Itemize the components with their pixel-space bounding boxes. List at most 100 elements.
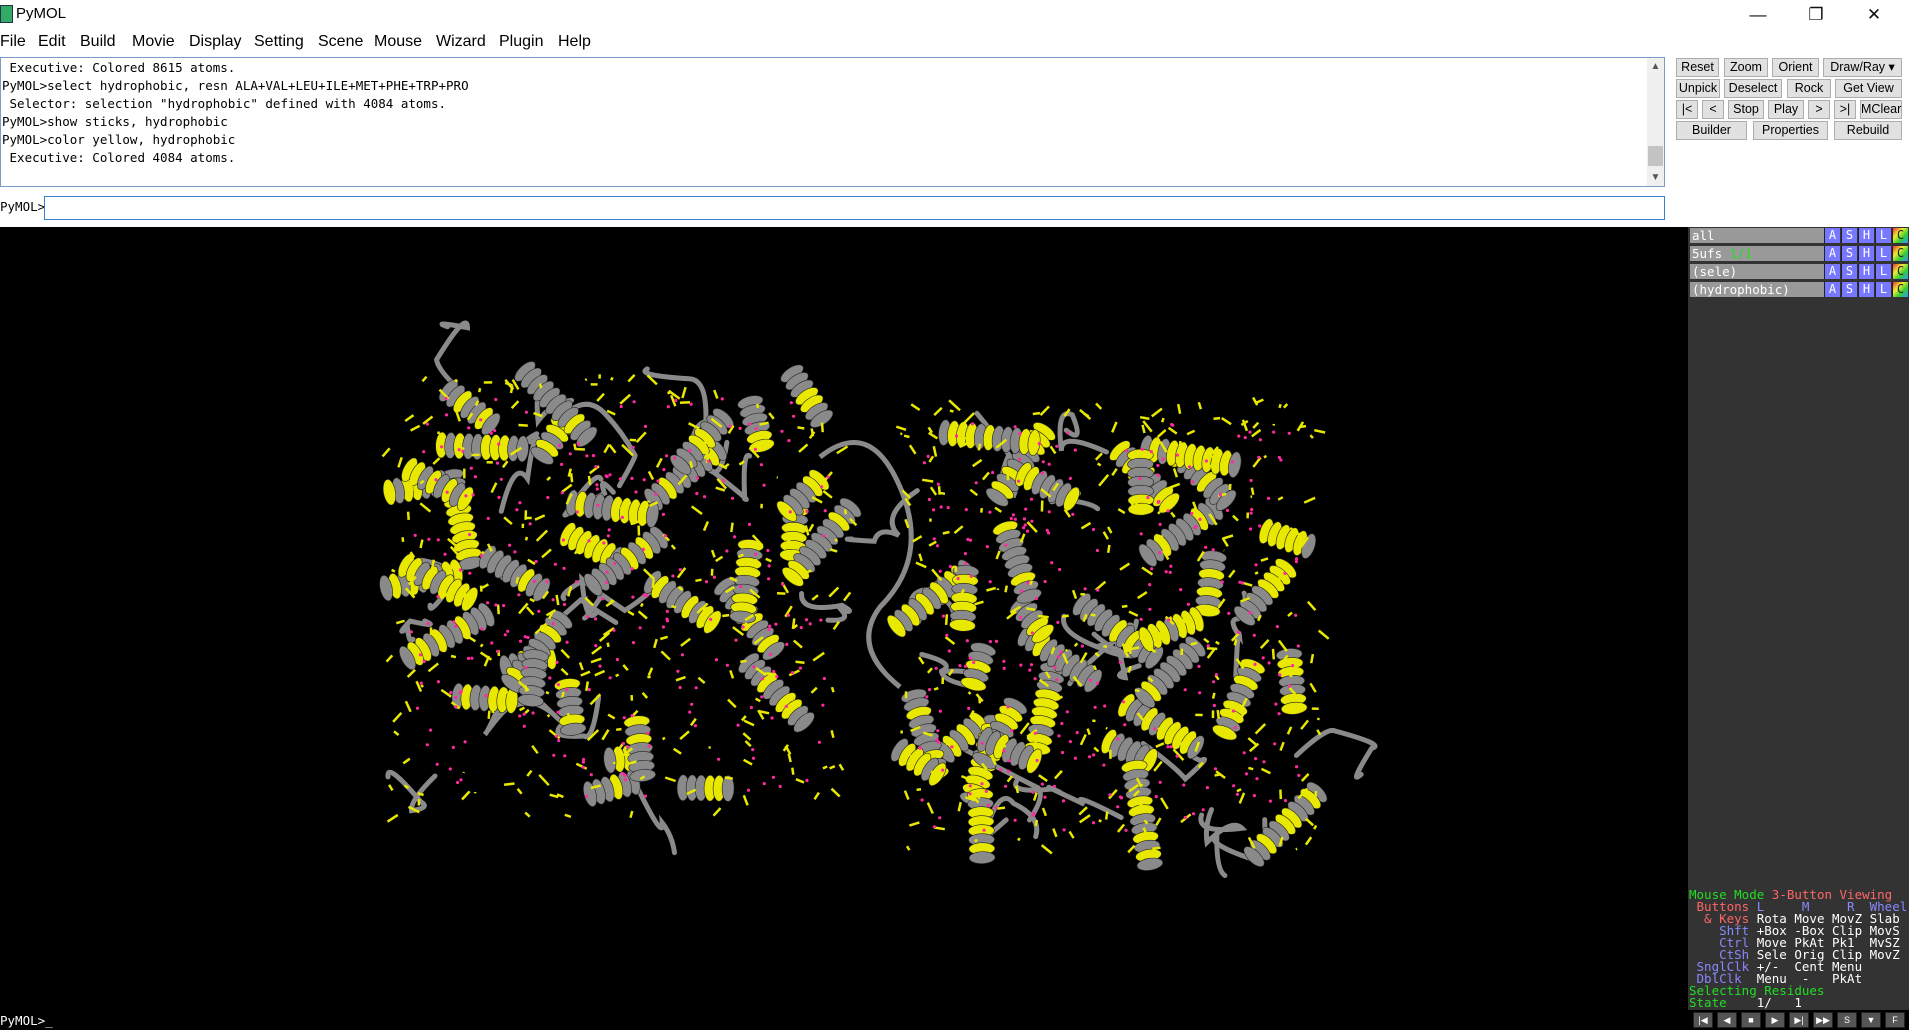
menu-file[interactable]: File	[0, 33, 26, 51]
menu-wizard[interactable]: Wizard	[436, 33, 486, 51]
molecular-viewport[interactable]	[0, 227, 1688, 1010]
show-button[interactable]: S	[1841, 246, 1857, 261]
show-button[interactable]: S	[1841, 264, 1857, 279]
object-row-hydrophobic[interactable]: (hydrophobic) A S H L C	[1690, 282, 1909, 298]
properties-button[interactable]: Properties	[1753, 121, 1828, 140]
color-button[interactable]: C	[1892, 228, 1908, 243]
console-output[interactable]: Executive: Colored 8615 atoms. PyMOL>sel…	[0, 57, 1665, 187]
scroll-thumb[interactable]	[1648, 146, 1663, 166]
scroll-up-arrow-icon[interactable]: ▲	[1647, 58, 1664, 75]
protein-structure-render	[379, 320, 1378, 878]
console-scrollbar[interactable]: ▲ ▼	[1647, 58, 1664, 186]
object-name[interactable]: all	[1690, 228, 1824, 243]
action-button[interactable]: A	[1824, 246, 1840, 261]
menu-setting[interactable]: Setting	[254, 33, 304, 51]
play-icon[interactable]: ▶	[1765, 1012, 1785, 1028]
play-button[interactable]: Play	[1768, 100, 1804, 119]
internal-prompt[interactable]: PyMOL>_	[0, 1013, 53, 1028]
object-row-sele[interactable]: (sele) A S H L C	[1690, 264, 1909, 280]
builder-button[interactable]: Builder	[1676, 121, 1747, 140]
scene-icon[interactable]: S	[1837, 1012, 1857, 1028]
atom-dot	[486, 516, 490, 520]
rebuild-button[interactable]: Rebuild	[1834, 121, 1902, 140]
action-button[interactable]: A	[1824, 228, 1840, 243]
hide-button[interactable]: H	[1858, 282, 1874, 297]
forward-button[interactable]: >	[1808, 100, 1830, 119]
prev-frame-icon[interactable]: ◀	[1717, 1012, 1737, 1028]
menu-edit[interactable]: Edit	[38, 33, 66, 51]
menu-movie[interactable]: Movie	[132, 33, 175, 51]
color-button[interactable]: C	[1892, 264, 1908, 279]
command-input[interactable]	[44, 196, 1665, 220]
mclear-button[interactable]: MClear	[1860, 100, 1902, 119]
menu-scene[interactable]: Scene	[318, 33, 363, 51]
show-button[interactable]: S	[1841, 228, 1857, 243]
stop-icon[interactable]: ■	[1741, 1012, 1761, 1028]
deselect-button[interactable]: Deselect	[1724, 79, 1782, 98]
reset-button[interactable]: Reset	[1676, 58, 1719, 77]
color-button[interactable]: C	[1892, 282, 1908, 297]
get-view-button[interactable]: Get View	[1835, 79, 1902, 98]
helix-ribbon	[1233, 558, 1297, 626]
stop-button[interactable]: Stop	[1728, 100, 1764, 119]
fullscreen-icon[interactable]: F	[1885, 1012, 1905, 1028]
atom-dot	[1011, 513, 1016, 517]
hide-button[interactable]: H	[1858, 228, 1874, 243]
first-frame-icon[interactable]: |◀	[1693, 1012, 1713, 1028]
object-name[interactable]: (hydrophobic)	[1690, 282, 1824, 297]
label-button[interactable]: L	[1875, 282, 1891, 297]
rewind-button[interactable]: |<	[1676, 100, 1698, 119]
menu-help[interactable]: Help	[558, 33, 591, 51]
orient-button[interactable]: Orient	[1772, 58, 1819, 77]
maximize-button[interactable]: ❐	[1787, 0, 1845, 29]
hide-button[interactable]: H	[1858, 264, 1874, 279]
action-button[interactable]: A	[1824, 282, 1840, 297]
atom-dot	[1088, 678, 1092, 682]
color-button[interactable]: C	[1892, 246, 1908, 261]
label-button[interactable]: L	[1875, 264, 1891, 279]
menu-display[interactable]: Display	[189, 33, 241, 51]
menu-mouse[interactable]: Mouse	[374, 33, 422, 51]
menu-build[interactable]: Build	[80, 33, 116, 51]
object-name[interactable]: (sele)	[1690, 264, 1824, 279]
atom-dot	[418, 653, 423, 657]
last-frame-icon[interactable]: ▶▶	[1813, 1012, 1833, 1028]
side-chain-stick	[629, 810, 634, 819]
show-button[interactable]: S	[1841, 282, 1857, 297]
close-button[interactable]: ✕	[1845, 0, 1903, 29]
back-button[interactable]: <	[1702, 100, 1724, 119]
unpick-button[interactable]: Unpick	[1676, 79, 1720, 98]
label-button[interactable]: L	[1875, 228, 1891, 243]
atom-dot	[728, 424, 732, 428]
label-button[interactable]: L	[1875, 246, 1891, 261]
end-button[interactable]: >|	[1834, 100, 1856, 119]
side-chain-stick	[516, 788, 523, 795]
side-chain-stick	[830, 730, 835, 738]
atom-dot	[1186, 602, 1190, 606]
rock-button[interactable]: Rock	[1787, 79, 1831, 98]
atom-dot	[947, 649, 951, 653]
atom-dot	[497, 495, 501, 499]
minimize-button[interactable]: —	[1729, 0, 1787, 29]
side-chain-stick	[1096, 462, 1102, 467]
next-frame-icon[interactable]: ▶|	[1789, 1012, 1809, 1028]
atom-dot	[1033, 677, 1037, 681]
side-chain-stick	[1206, 647, 1218, 651]
atom-dot	[613, 561, 617, 565]
side-chain-stick	[909, 821, 920, 827]
object-row-all[interactable]: all A S H L C	[1690, 228, 1909, 244]
atom-dot	[1116, 737, 1120, 741]
atom-dot	[574, 580, 579, 584]
zoom-button[interactable]: Zoom	[1724, 58, 1768, 77]
atom-dot	[1253, 662, 1257, 666]
hide-button[interactable]: H	[1858, 246, 1874, 261]
object-row-5ufs[interactable]: 5ufs 1/1 A S H L C	[1690, 246, 1909, 262]
scroll-down-arrow-icon[interactable]: ▼	[1647, 169, 1664, 186]
object-name[interactable]: 5ufs 1/1	[1690, 246, 1824, 261]
state-down-icon[interactable]: ▼	[1861, 1012, 1881, 1028]
side-chain-stick	[1095, 402, 1103, 410]
atom-dot	[560, 462, 564, 466]
action-button[interactable]: A	[1824, 264, 1840, 279]
draw-ray-button[interactable]: Draw/Ray ▾	[1823, 58, 1902, 77]
menu-plugin[interactable]: Plugin	[499, 33, 543, 51]
